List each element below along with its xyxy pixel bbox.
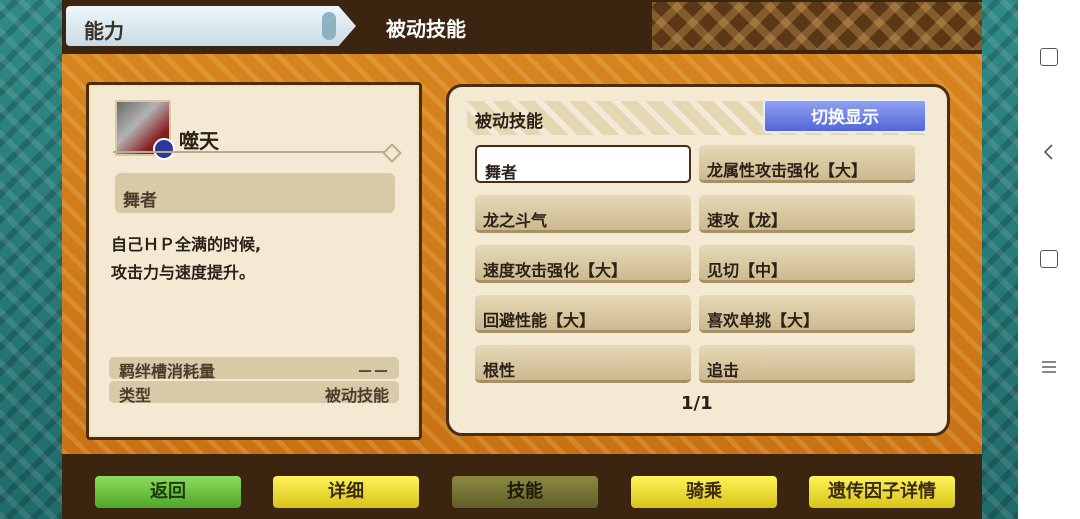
skill-item-critical-eye[interactable]: 见切【中】 bbox=[699, 245, 915, 283]
skill-label: 舞者 bbox=[485, 163, 518, 182]
bond-cost-row: 羁绊槽消耗量 －－ bbox=[109, 357, 399, 381]
ride-button[interactable]: 骑乘 bbox=[628, 473, 780, 511]
skill-item-dragon-attack-up[interactable]: 龙属性攻击强化【大】 bbox=[699, 145, 915, 183]
skill-info-card: 噬天 舞者 自己ＨＰ全满的时候, 攻击力与速度提升。 羁绊槽消耗量 －－ 类型 … bbox=[86, 82, 422, 440]
title-decoration bbox=[652, 2, 982, 50]
skill-label: 见切【中】 bbox=[707, 261, 788, 280]
gene-detail-button[interactable]: 遗传因子详情 bbox=[806, 473, 958, 511]
system-nav-bar bbox=[1018, 0, 1080, 519]
monster-name: 噬天 bbox=[179, 129, 219, 153]
monster-avatar bbox=[115, 100, 175, 160]
diamond-icon bbox=[382, 143, 402, 163]
skill-item-dragon-spirit[interactable]: 龙之斗气 bbox=[475, 195, 691, 233]
ability-tab-label: 能力 bbox=[84, 19, 124, 43]
home-square-icon[interactable] bbox=[1040, 250, 1058, 268]
type-label: 类型 bbox=[119, 386, 152, 405]
bond-cost-label: 羁绊槽消耗量 bbox=[119, 362, 216, 381]
skill-item-dancer[interactable]: 舞者 bbox=[475, 145, 691, 183]
back-icon[interactable] bbox=[1040, 143, 1058, 161]
selected-skill-name-box: 舞者 bbox=[115, 173, 395, 213]
menu-icon[interactable] bbox=[1040, 358, 1058, 376]
detail-button[interactable]: 详细 bbox=[270, 473, 422, 511]
left-frame bbox=[0, 0, 62, 519]
skill-label: 速度攻击强化【大】 bbox=[483, 261, 628, 280]
panel-title: 被动技能 bbox=[475, 112, 543, 132]
skill-label: 龙属性攻击强化【大】 bbox=[707, 161, 868, 180]
page-indicator: 1/1 bbox=[681, 393, 713, 414]
description-line-1: 自己ＨＰ全满的时候, bbox=[111, 235, 262, 254]
skill-item-guts[interactable]: 根性 bbox=[475, 345, 691, 383]
skill-list-panel: 被动技能 切换显示 舞者 龙属性攻击强化【大】 龙之斗气 速攻【龙】 速度攻击强… bbox=[446, 84, 950, 436]
back-button[interactable]: 返回 bbox=[92, 473, 244, 511]
skill-item-evade-up[interactable]: 回避性能【大】 bbox=[475, 295, 691, 333]
skill-button[interactable]: 技能 bbox=[449, 473, 601, 511]
skill-item-pursuit[interactable]: 追击 bbox=[699, 345, 915, 383]
section-title: 被动技能 bbox=[386, 17, 466, 41]
skill-label: 速攻【龙】 bbox=[707, 211, 788, 230]
skill-label: 喜欢单挑【大】 bbox=[707, 311, 820, 330]
skill-label: 追击 bbox=[707, 361, 740, 380]
element-badge-icon bbox=[153, 138, 175, 160]
skill-item-duel-lover[interactable]: 喜欢单挑【大】 bbox=[699, 295, 915, 333]
tab-knob-icon bbox=[322, 12, 336, 40]
toggle-display-button[interactable]: 切换显示 bbox=[763, 99, 927, 133]
skill-label: 龙之斗气 bbox=[483, 211, 548, 230]
description-line-2: 攻击力与速度提升。 bbox=[111, 263, 256, 282]
right-frame bbox=[982, 0, 1018, 519]
skill-item-speed-attack-up[interactable]: 速度攻击强化【大】 bbox=[475, 245, 691, 283]
skill-label: 根性 bbox=[483, 361, 516, 380]
skill-description: 自己ＨＰ全满的时候, 攻击力与速度提升。 bbox=[111, 231, 401, 287]
skill-label: 回避性能【大】 bbox=[483, 311, 596, 330]
type-row: 类型 被动技能 bbox=[109, 381, 399, 405]
type-value: 被动技能 bbox=[324, 386, 389, 405]
bond-cost-value: －－ bbox=[356, 362, 389, 381]
name-divider bbox=[113, 143, 402, 163]
game-screen: 能力 被动技能 噬天 舞者 自己ＨＰ全满的时候, 攻击力与速度提升。 羁绊槽消耗… bbox=[0, 0, 1018, 519]
ability-tab[interactable]: 能力 bbox=[66, 6, 356, 46]
fullscreen-icon[interactable] bbox=[1040, 48, 1058, 66]
selected-skill-name: 舞者 bbox=[123, 191, 157, 211]
skill-item-speed-attack-dragon[interactable]: 速攻【龙】 bbox=[699, 195, 915, 233]
